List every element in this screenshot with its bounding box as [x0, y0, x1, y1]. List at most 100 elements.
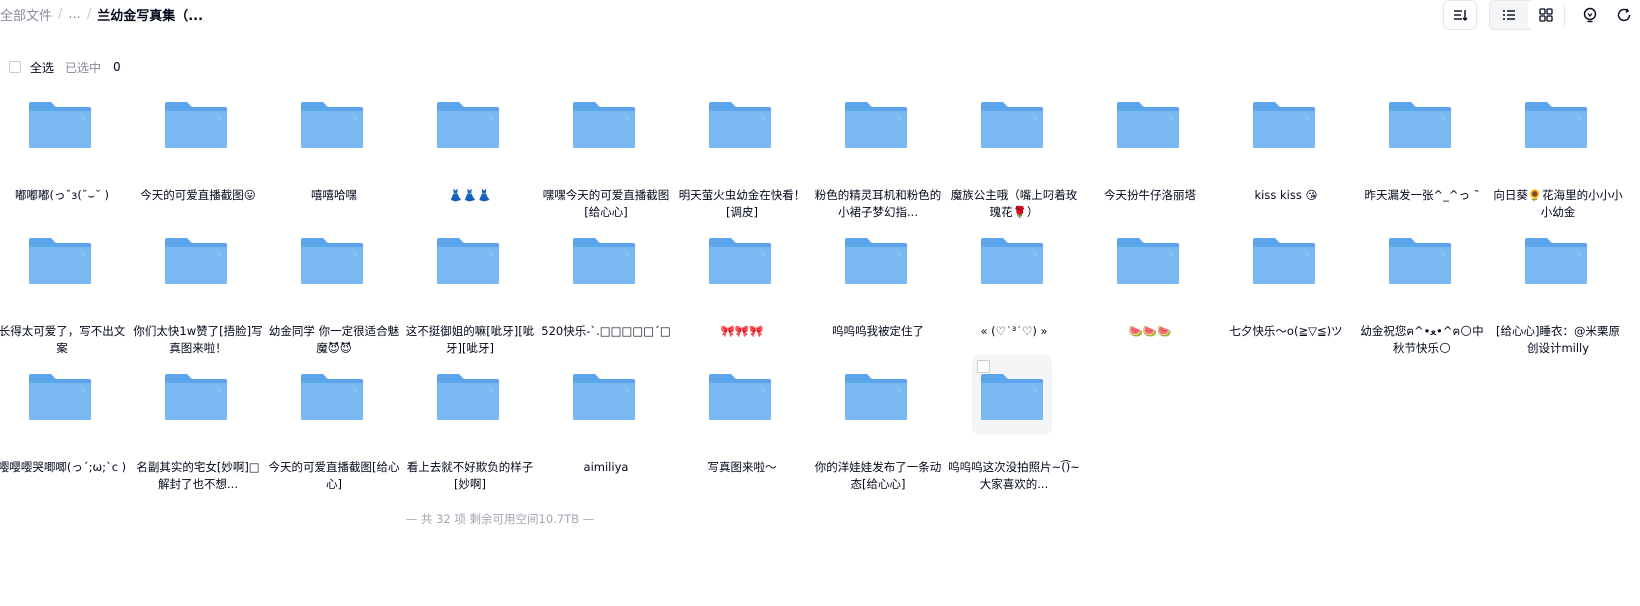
- folder-item[interactable]: 向日葵🌻花海里的小小小小幼金: [1491, 96, 1627, 232]
- folder-icon-box[interactable]: [1380, 83, 1460, 163]
- folder-item[interactable]: 嘤嘤嘤哭唧唧(っ´;ω;`c ): [0, 368, 131, 504]
- grid-view-button[interactable]: [1528, 0, 1564, 30]
- folder-icon-box[interactable]: [972, 355, 1052, 435]
- folder-name[interactable]: 呜呜呜这次没拍照片~(͡)~ 大家喜欢的...: [947, 459, 1081, 493]
- folder-name[interactable]: « (♡˙³˙♡) »: [947, 323, 1081, 340]
- folder-icon-box[interactable]: [836, 355, 916, 435]
- folder-name[interactable]: 520快乐-`.□□□□□´□: [539, 323, 673, 340]
- folder-icon-box[interactable]: [1108, 219, 1188, 299]
- folder-item[interactable]: 长得太可爱了，写不出文案: [0, 232, 131, 368]
- folder-name[interactable]: 昨天漏发一张^_^っ ˜: [1355, 187, 1489, 204]
- folder-icon-box[interactable]: [972, 83, 1052, 163]
- folder-name[interactable]: 向日葵🌻花海里的小小小小幼金: [1491, 187, 1625, 221]
- folder-name[interactable]: 你的洋娃娃发布了一条动态[给心心]: [811, 459, 945, 493]
- folder-item[interactable]: 粉色的精灵耳机和粉色的小裙子梦幻指...: [811, 96, 947, 232]
- folder-name[interactable]: 嘻嘻哈嘿: [267, 187, 401, 204]
- folder-item[interactable]: 呜呜呜我被定住了: [811, 232, 947, 368]
- folder-name[interactable]: 名副其实的宅女[妙啊]□解封了也不想...: [131, 459, 265, 493]
- folder-name[interactable]: 长得太可爱了，写不出文案: [0, 323, 129, 357]
- folder-icon-box[interactable]: [700, 83, 780, 163]
- folder-item[interactable]: 幼金同学 你一定很适合魅魔😈😈: [267, 232, 403, 368]
- folder-item[interactable]: 明天萤火虫幼金在快看！[调皮]: [675, 96, 811, 232]
- folder-icon-box[interactable]: [1108, 83, 1188, 163]
- folder-icon-box[interactable]: [564, 219, 644, 299]
- folder-icon-box[interactable]: [428, 83, 508, 163]
- folder-icon-box[interactable]: [700, 355, 780, 435]
- folder-icon-box[interactable]: [292, 355, 372, 435]
- folder-item[interactable]: 嘿嘿今天的可爱直播截图[给心心]: [539, 96, 675, 232]
- folder-icon-box[interactable]: [156, 83, 236, 163]
- folder-item[interactable]: 今天的可爱直播截图[给心心]: [267, 368, 403, 504]
- folder-name[interactable]: aimiliya: [539, 459, 673, 476]
- folder-name[interactable]: 幼金祝您ฅ^•ﻌ•^ฅ🌕中秋节快乐🌕: [1355, 323, 1489, 357]
- folder-icon-box[interactable]: [1516, 219, 1596, 299]
- folder-item[interactable]: 看上去就不好欺负的样子[妙啊]: [403, 368, 539, 504]
- folder-icon-box[interactable]: [1380, 219, 1460, 299]
- folder-icon-box[interactable]: [20, 355, 100, 435]
- folder-icon-box[interactable]: [564, 355, 644, 435]
- folder-name[interactable]: 七夕快乐～o(≧▽≦)ツ: [1219, 323, 1353, 340]
- folder-name[interactable]: 你们太快1w赞了[捂脸]写真图来啦！: [131, 323, 265, 357]
- folder-item[interactable]: 今天的可爱直播截图😛: [131, 96, 267, 232]
- folder-name[interactable]: 幼金同学 你一定很适合魅魔😈😈: [267, 323, 401, 357]
- folder-name[interactable]: 明天萤火虫幼金在快看！[调皮]: [675, 187, 809, 221]
- select-all-label[interactable]: 全选: [30, 59, 54, 76]
- folder-icon-box[interactable]: [700, 219, 780, 299]
- folder-icon-box[interactable]: [1244, 219, 1324, 299]
- folder-item[interactable]: 写真图来啦～: [675, 368, 811, 504]
- folder-icon-box[interactable]: [292, 219, 372, 299]
- folder-name[interactable]: 今天的可爱直播截图😛: [131, 187, 265, 204]
- folder-name[interactable]: 写真图来啦～: [675, 459, 809, 476]
- folder-item[interactable]: 🍉🍉🍉: [1083, 232, 1219, 368]
- folder-name[interactable]: kiss kiss 😘: [1219, 187, 1353, 204]
- folder-item[interactable]: 👗👗👗: [403, 96, 539, 232]
- folder-item[interactable]: [给心心]睡衣：@米栗原创设计milly: [1491, 232, 1627, 368]
- folder-item[interactable]: 魔族公主哦（嘴上叼着玫瑰花🌹）: [947, 96, 1083, 232]
- folder-name[interactable]: 粉色的精灵耳机和粉色的小裙子梦幻指...: [811, 187, 945, 221]
- tips-button[interactable]: [1577, 0, 1603, 30]
- folder-icon-box[interactable]: [428, 219, 508, 299]
- folder-item[interactable]: 今天扮牛仔洛丽塔: [1083, 96, 1219, 232]
- folder-name[interactable]: 🎀🎀🎀: [675, 323, 809, 340]
- sort-button[interactable]: [1443, 0, 1477, 30]
- folder-item[interactable]: 昨天漏发一张^_^っ ˜: [1355, 96, 1491, 232]
- folder-icon-box[interactable]: [1516, 83, 1596, 163]
- folder-icon-box[interactable]: [836, 219, 916, 299]
- folder-icon-box[interactable]: [156, 219, 236, 299]
- folder-name[interactable]: [给心心]睡衣：@米栗原创设计milly: [1491, 323, 1625, 357]
- folder-icon-box[interactable]: [564, 83, 644, 163]
- folder-item[interactable]: « (♡˙³˙♡) »: [947, 232, 1083, 368]
- folder-name[interactable]: 嘿嘿今天的可爱直播截图[给心心]: [539, 187, 673, 221]
- folder-item[interactable]: 你的洋娃娃发布了一条动态[给心心]: [811, 368, 947, 504]
- refresh-button[interactable]: [1611, 0, 1637, 30]
- folder-name[interactable]: 今天的可爱直播截图[给心心]: [267, 459, 401, 493]
- folder-item[interactable]: aimiliya: [539, 368, 675, 504]
- list-view-button[interactable]: [1490, 0, 1527, 30]
- folder-name[interactable]: 看上去就不好欺负的样子[妙啊]: [403, 459, 537, 493]
- folder-item[interactable]: kiss kiss 😘: [1219, 96, 1355, 232]
- folder-icon-box[interactable]: [20, 83, 100, 163]
- folder-name[interactable]: 魔族公主哦（嘴上叼着玫瑰花🌹）: [947, 187, 1081, 221]
- select-all-checkbox[interactable]: [9, 61, 21, 73]
- folder-name[interactable]: 🍉🍉🍉: [1083, 323, 1217, 340]
- folder-icon-box[interactable]: [292, 83, 372, 163]
- folder-name[interactable]: 👗👗👗: [403, 187, 537, 204]
- folder-item[interactable]: 幼金祝您ฅ^•ﻌ•^ฅ🌕中秋节快乐🌕: [1355, 232, 1491, 368]
- folder-item[interactable]: 呜呜呜这次没拍照片~(͡)~ 大家喜欢的...: [947, 355, 1083, 504]
- folder-icon-box[interactable]: [836, 83, 916, 163]
- folder-item[interactable]: 嘻嘻哈嘿: [267, 96, 403, 232]
- folder-name[interactable]: 嘟嘟嘟(っ˘з(˘⌣˘ ): [0, 187, 129, 204]
- folder-item[interactable]: 你们太快1w赞了[捂脸]写真图来啦！: [131, 232, 267, 368]
- folder-name[interactable]: 今天扮牛仔洛丽塔: [1083, 187, 1217, 204]
- folder-icon-box[interactable]: [1244, 83, 1324, 163]
- folder-item[interactable]: 名副其实的宅女[妙啊]□解封了也不想...: [131, 368, 267, 504]
- folder-item[interactable]: 嘟嘟嘟(っ˘з(˘⌣˘ ): [0, 96, 131, 232]
- folder-item[interactable]: 这不挺御姐的嘛[呲牙][呲牙][呲牙]: [403, 232, 539, 368]
- folder-name[interactable]: 呜呜呜我被定住了: [811, 323, 945, 340]
- folder-name[interactable]: 这不挺御姐的嘛[呲牙][呲牙][呲牙]: [403, 323, 537, 357]
- folder-item[interactable]: 520快乐-`.□□□□□´□: [539, 232, 675, 368]
- folder-icon-box[interactable]: [20, 219, 100, 299]
- folder-icon-box[interactable]: [428, 355, 508, 435]
- folder-icon-box[interactable]: [156, 355, 236, 435]
- folder-name[interactable]: 嘤嘤嘤哭唧唧(っ´;ω;`c ): [0, 459, 129, 476]
